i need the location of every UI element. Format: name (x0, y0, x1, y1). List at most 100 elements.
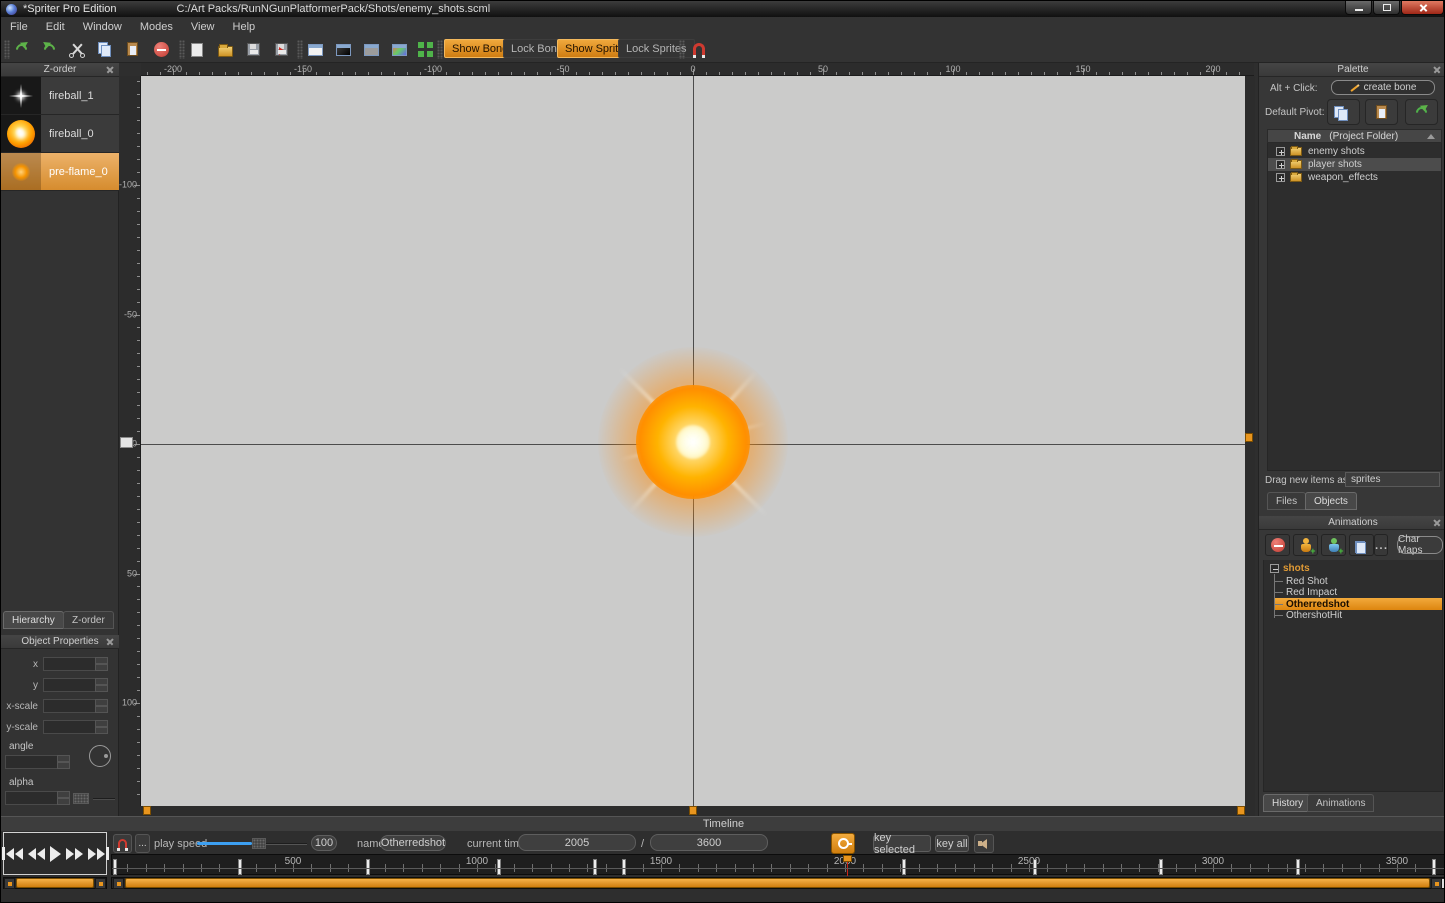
menu-edit[interactable]: Edit (37, 19, 74, 35)
char-maps-button[interactable]: Char Maps (1397, 536, 1443, 554)
keyframe-marker[interactable] (622, 859, 626, 875)
canvas-scroll-marker[interactable] (1245, 433, 1253, 442)
x-field[interactable] (43, 657, 108, 671)
yscale-field[interactable] (43, 720, 108, 734)
toolbar-grip[interactable] (297, 40, 303, 59)
keyframe-marker[interactable] (1033, 859, 1037, 875)
key-button[interactable] (831, 833, 855, 854)
alpha-slider-handle[interactable] (73, 793, 89, 804)
save-as-button[interactable] (271, 40, 291, 59)
animations-close-icon[interactable] (1433, 519, 1441, 527)
animation-group-shots[interactable]: shots (1270, 563, 1310, 574)
go-to-end-button[interactable] (88, 847, 109, 860)
animation-red-shot[interactable]: Red Shot (1275, 576, 1328, 587)
keyframe-marker[interactable] (1296, 859, 1300, 875)
maximize-button[interactable] (1373, 1, 1400, 15)
canvas-scroll-marker[interactable] (143, 806, 151, 815)
scrollbar-right-button[interactable] (1431, 878, 1442, 889)
tab-objects[interactable]: Objects (1305, 492, 1357, 510)
collapse-icon[interactable] (1270, 564, 1279, 573)
drag-items-as-dropdown[interactable]: sprites (1345, 472, 1440, 487)
view-mode-1-button[interactable] (305, 40, 325, 59)
menu-window[interactable]: Window (74, 19, 131, 35)
total-time-field[interactable]: 3600 (650, 834, 768, 851)
tab-animations[interactable]: Animations (1307, 794, 1374, 812)
new-animation-button[interactable]: + (1293, 534, 1318, 556)
keyframe-marker[interactable] (366, 859, 370, 875)
expand-icon[interactable] (1276, 173, 1285, 182)
create-bone-button[interactable]: create bone (1331, 80, 1435, 95)
copy-animation-button[interactable] (1349, 534, 1374, 556)
scrollbar-left-button[interactable] (113, 878, 124, 889)
object-properties-close-icon[interactable] (106, 638, 114, 646)
zorder-item-fireball-0[interactable]: fireball_0 (1, 115, 119, 153)
keyframe-marker[interactable] (1159, 859, 1163, 875)
ruler-zero-handle[interactable] (120, 437, 133, 448)
animation-red-impact[interactable]: Red Impact (1275, 587, 1337, 598)
refresh-button[interactable] (1405, 99, 1438, 125)
zorder-close-icon[interactable] (106, 66, 114, 74)
y-field[interactable] (43, 678, 108, 692)
play-speed-slider[interactable] (197, 834, 307, 853)
next-frame-button[interactable] (66, 848, 83, 860)
tab-hierarchy[interactable]: Hierarchy (3, 611, 64, 629)
animation-name-field[interactable]: Otherredshot (380, 835, 446, 851)
menu-file[interactable]: File (1, 19, 37, 35)
alpha-field[interactable] (5, 791, 70, 805)
open-file-button[interactable] (215, 40, 235, 59)
file-tree-header[interactable]: Name (Project Folder) (1267, 129, 1442, 143)
angle-dial[interactable] (89, 745, 111, 767)
expand-icon[interactable] (1276, 147, 1285, 156)
view-mode-2-button[interactable] (333, 40, 353, 59)
tab-files[interactable]: Files (1267, 492, 1306, 510)
timeline-panel-title[interactable]: Timeline (1, 816, 1445, 831)
play-button[interactable] (50, 846, 61, 862)
snap-magnet-button[interactable] (689, 40, 709, 59)
paste-pivot-button[interactable] (1365, 99, 1398, 125)
timeline-snap-button[interactable] (113, 834, 132, 853)
duplicate-animation-button[interactable]: + (1321, 534, 1346, 556)
view-mode-3-button[interactable] (361, 40, 381, 59)
copy-button[interactable] (95, 40, 115, 59)
copy-pivot-button[interactable] (1327, 99, 1360, 125)
fit-view-button[interactable] (415, 40, 435, 59)
key-selected-button[interactable]: key selected (873, 835, 931, 852)
view-mode-4-button[interactable] (389, 40, 409, 59)
cut-button[interactable] (67, 40, 87, 59)
scrollbar-right-button[interactable] (95, 878, 106, 889)
xscale-field[interactable] (43, 699, 108, 713)
playhead-handle[interactable] (843, 855, 852, 862)
play-speed-value[interactable]: 100 (311, 835, 337, 851)
tab-history[interactable]: History (1263, 794, 1312, 812)
keyframe-marker[interactable] (497, 859, 501, 875)
delete-animation-button[interactable] (1265, 534, 1290, 556)
undo-button[interactable] (11, 40, 31, 59)
zorder-item-pre-flame-0[interactable]: pre-flame_0 (1, 153, 119, 191)
timeline-scrollbar[interactable] (111, 877, 1445, 889)
animation-otherredshot-selected[interactable]: Otherredshot (1275, 598, 1442, 610)
menu-view[interactable]: View (182, 19, 224, 35)
toolbar-grip[interactable] (4, 40, 10, 59)
current-time-field[interactable]: 2005 (518, 834, 636, 851)
tab-zorder[interactable]: Z-order (63, 611, 114, 629)
alpha-slider-track[interactable] (93, 798, 115, 800)
animations-more-button[interactable]: ... (1374, 534, 1388, 556)
save-button[interactable] (243, 40, 263, 59)
new-file-button[interactable] (187, 40, 207, 59)
timeline-ruler[interactable]: 500100015002000250030003500 (111, 854, 1445, 875)
toolbar-grip[interactable] (179, 40, 185, 59)
canvas-scroll-marker[interactable] (1237, 806, 1245, 815)
keyframe-marker[interactable] (113, 859, 117, 875)
animation-othershothit[interactable]: OthershotHit (1275, 610, 1342, 621)
scrollbar-thumb[interactable] (125, 878, 1430, 888)
sound-button[interactable] (974, 834, 994, 853)
menu-help[interactable]: Help (224, 19, 265, 35)
close-button[interactable] (1401, 1, 1444, 15)
expand-icon[interactable] (1276, 160, 1285, 169)
scrollbar-thumb[interactable] (16, 878, 94, 888)
keyframe-marker[interactable] (902, 859, 906, 875)
keyframe-marker[interactable] (238, 859, 242, 875)
toolbar-grip[interactable] (679, 40, 685, 59)
paste-button[interactable] (123, 40, 143, 59)
delete-button[interactable] (151, 40, 171, 59)
